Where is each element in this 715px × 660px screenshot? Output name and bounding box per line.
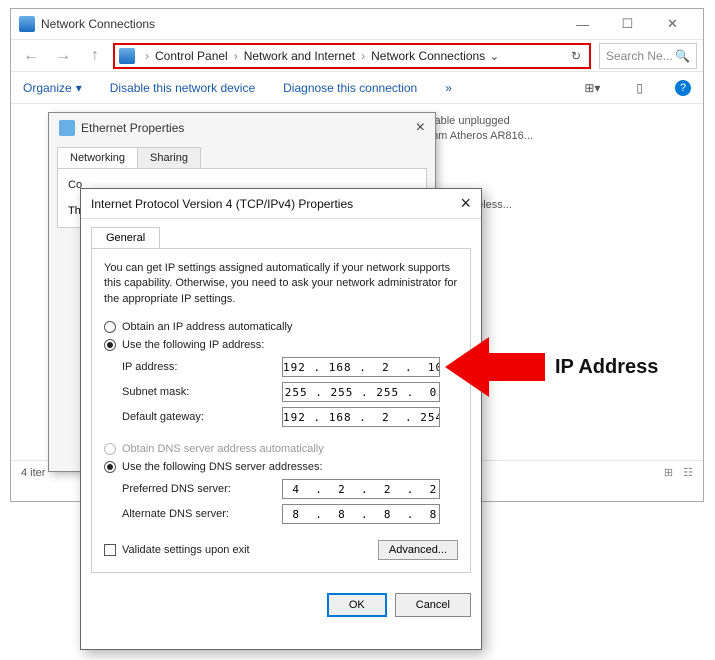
subnet-mask-label: Subnet mask: [122, 386, 282, 398]
item-count: 4 iter [21, 467, 45, 479]
close-icon[interactable]: × [460, 193, 471, 214]
chevron-right-icon[interactable]: › [355, 49, 371, 63]
ok-button[interactable]: OK [327, 593, 387, 617]
ip-address-input[interactable] [282, 357, 440, 377]
arrow-shaft [489, 353, 545, 381]
default-gateway-input[interactable] [282, 407, 440, 427]
radio-manual-dns[interactable]: Use the following DNS server addresses: [104, 461, 458, 473]
nav-row: ← → ↑ › Control Panel › Network and Inte… [11, 39, 703, 72]
radio-icon [104, 321, 116, 333]
arrow-head-icon [445, 337, 489, 397]
maximize-button[interactable]: ☐ [605, 10, 650, 38]
ip-body: You can get IP settings assigned automat… [91, 248, 471, 573]
dialog-title: Ethernet Properties [81, 121, 184, 135]
ip-address-label: IP address: [122, 361, 282, 373]
chevron-down-icon: ▾ [76, 81, 82, 95]
preferred-dns-label: Preferred DNS server: [122, 483, 282, 495]
view-icon[interactable]: ⊞▾ [580, 81, 604, 95]
annotation-label: IP Address [555, 356, 658, 379]
ip-tabs: General [81, 219, 481, 248]
chevron-right-icon[interactable]: › [139, 49, 155, 63]
validate-label: Validate settings upon exit [122, 544, 250, 556]
breadcrumb-dropdown-icon[interactable]: ⌄ [485, 49, 503, 63]
more-button[interactable]: » [445, 81, 452, 95]
details-view-icon[interactable]: ⊞ [664, 466, 673, 479]
description-text: You can get IP settings assigned automat… [104, 261, 458, 307]
minimize-button[interactable]: — [560, 10, 605, 38]
back-button[interactable]: ← [17, 44, 45, 68]
tab-networking[interactable]: Networking [57, 147, 138, 168]
alternate-dns-input[interactable] [282, 504, 440, 524]
dialog-title: Internet Protocol Version 4 (TCP/IPv4) P… [91, 197, 353, 211]
default-gateway-label: Default gateway: [122, 411, 282, 423]
search-placeholder: Search Ne... [606, 49, 673, 63]
refresh-icon[interactable]: ↻ [567, 49, 585, 63]
list-view-icon[interactable]: ☷ [683, 466, 693, 479]
adapter-device: mm Atheros AR816... [429, 129, 533, 144]
network-icon [19, 16, 35, 32]
cancel-button[interactable]: Cancel [395, 593, 471, 617]
main-titlebar: Network Connections — ☐ ✕ [11, 9, 703, 39]
adapter-item[interactable]: cable unplugged mm Atheros AR816... [429, 114, 533, 145]
radio-label: Use the following DNS server addresses: [122, 461, 323, 473]
ip-titlebar: Internet Protocol Version 4 (TCP/IPv4) P… [81, 189, 481, 219]
toolbar: Organize ▾ Disable this network device D… [11, 72, 703, 104]
breadcrumb-icon [119, 48, 135, 64]
alternate-dns-label: Alternate DNS server: [122, 508, 282, 520]
organize-menu[interactable]: Organize ▾ [23, 81, 82, 95]
radio-manual-ip[interactable]: Use the following IP address: [104, 339, 458, 351]
preferred-dns-input[interactable] [282, 479, 440, 499]
breadcrumb-item[interactable]: Network Connections [371, 49, 485, 63]
tab-sharing[interactable]: Sharing [138, 147, 201, 168]
subnet-mask-input[interactable] [282, 382, 440, 402]
up-button[interactable]: ↑ [81, 44, 109, 68]
dialog-buttons: OK Cancel [81, 583, 481, 627]
radio-icon [104, 443, 116, 455]
radio-icon [104, 339, 116, 351]
radio-icon [104, 461, 116, 473]
chevron-right-icon[interactable]: › [228, 49, 244, 63]
radio-label: Obtain an IP address automatically [122, 321, 292, 333]
breadcrumb-item[interactable]: Control Panel [155, 49, 228, 63]
breadcrumb[interactable]: › Control Panel › Network and Internet ›… [113, 43, 591, 69]
close-icon[interactable]: × [416, 119, 425, 137]
adapter-status: cable unplugged [429, 114, 533, 129]
details-pane-icon[interactable]: ▯ [632, 81, 647, 95]
help-icon[interactable]: ? [675, 80, 691, 96]
forward-button[interactable]: → [49, 44, 77, 68]
organize-label: Organize [23, 81, 72, 95]
radio-label: Obtain DNS server address automatically [122, 443, 324, 455]
window-title: Network Connections [41, 17, 155, 31]
ethernet-icon [59, 120, 75, 136]
annotation-arrow: IP Address [445, 337, 658, 397]
tab-general[interactable]: General [91, 227, 160, 248]
disable-device-button[interactable]: Disable this network device [110, 81, 255, 95]
eth-tabs: Networking Sharing [49, 143, 435, 168]
radio-auto-ip[interactable]: Obtain an IP address automatically [104, 321, 458, 333]
ipv4-properties-dialog: Internet Protocol Version 4 (TCP/IPv4) P… [80, 188, 482, 650]
validate-checkbox[interactable] [104, 544, 116, 556]
radio-label: Use the following IP address: [122, 339, 264, 351]
search-input[interactable]: Search Ne... 🔍 [599, 43, 697, 69]
radio-auto-dns: Obtain DNS server address automatically [104, 443, 458, 455]
advanced-button[interactable]: Advanced... [378, 540, 458, 560]
diagnose-button[interactable]: Diagnose this connection [283, 81, 417, 95]
search-icon: 🔍 [675, 49, 690, 63]
close-button[interactable]: ✕ [650, 10, 695, 38]
breadcrumb-item[interactable]: Network and Internet [244, 49, 355, 63]
eth-titlebar: Ethernet Properties × [49, 113, 435, 143]
